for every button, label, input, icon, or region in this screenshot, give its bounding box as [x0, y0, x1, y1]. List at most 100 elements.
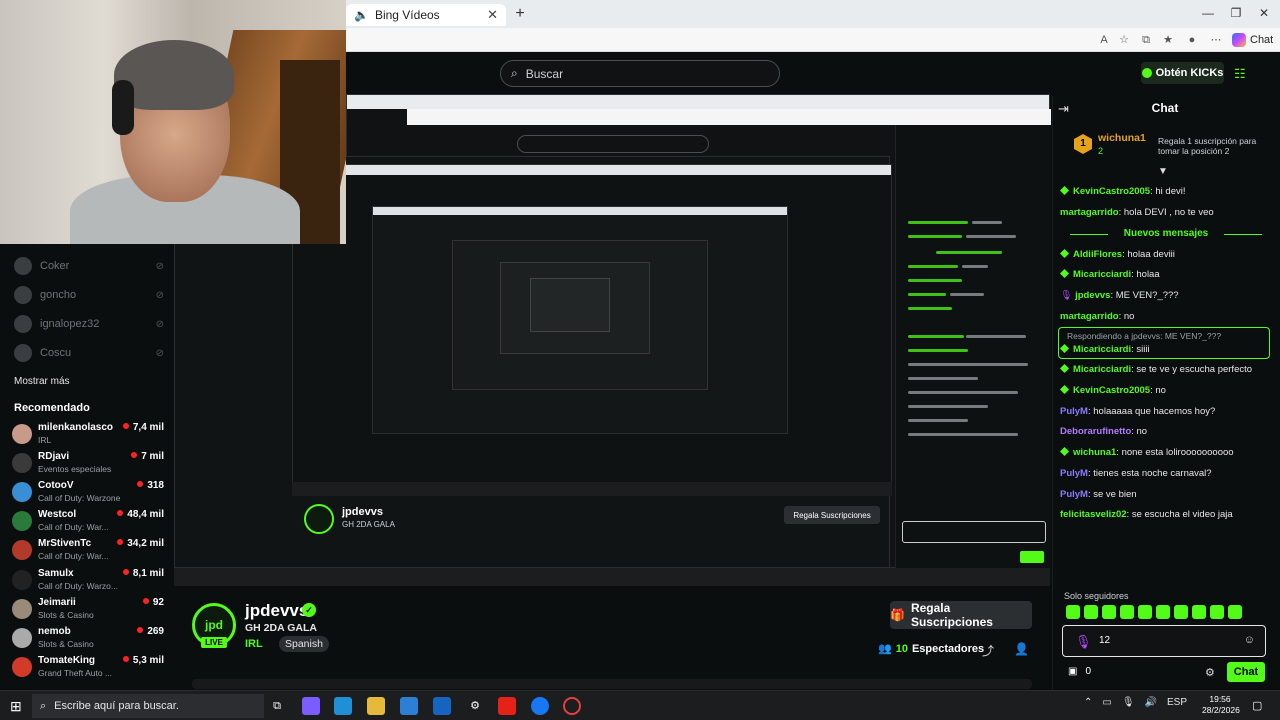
notifications-icon[interactable]: ▢ — [1252, 699, 1262, 712]
chat-username[interactable]: PulyM — [1060, 468, 1088, 479]
taskbar-clock[interactable]: 19:56 28/2/2026 — [1202, 694, 1240, 716]
show-more-link[interactable]: Mostrar más — [14, 376, 70, 387]
chat-username[interactable]: AldiiFlores — [1073, 249, 1122, 260]
streamer-name[interactable]: jpdevvs — [245, 601, 308, 621]
youtube-icon[interactable] — [498, 697, 516, 715]
share-icon[interactable]: ⤴ — [982, 642, 994, 659]
emote-icon[interactable] — [1120, 605, 1134, 619]
emote-icon[interactable] — [1210, 605, 1224, 619]
browser-tab[interactable]: 🔈 Bing Vídeos ✕ — [346, 4, 506, 26]
kick-menu-icon[interactable]: ☷ — [1234, 66, 1246, 82]
outlook-icon[interactable] — [433, 697, 451, 715]
copilot-chat-button[interactable]: Chat — [1232, 31, 1276, 49]
sidebar-recommended-channel[interactable]: Samulx Call of Duty: Warzo... 8,1 mil — [12, 566, 164, 594]
channel-viewers: 8,1 mil — [123, 568, 164, 579]
search-input[interactable]: ⌕ Buscar — [500, 60, 780, 87]
pinned-gift-leaderboard[interactable]: 1 wichuna1 2 Regala 1 suscripción para t… — [1056, 128, 1276, 164]
taskbar-search-input[interactable]: ⌕ Escribe aquí para buscar. — [32, 694, 264, 718]
obs-icon[interactable] — [563, 697, 581, 715]
sidebar-recommended-channel[interactable]: nemob Slots & Casino 269 — [12, 624, 164, 652]
chat-message: Micaricciardi: se te ve y escucha perfec… — [1060, 364, 1272, 376]
chat-username[interactable]: martagarrido — [1060, 311, 1119, 322]
chat-username[interactable]: PulyM — [1060, 489, 1088, 500]
chat-username[interactable]: Micaricciardi — [1073, 364, 1131, 375]
sidebar-recommended-channel[interactable]: Jeimarii Slots & Casino 92 — [12, 595, 164, 623]
subscriber-badge-icon — [1060, 269, 1069, 278]
chevron-down-icon[interactable]: ▼ — [1158, 166, 1168, 177]
sidebar-recommended-channel[interactable]: MrStivenTc Call of Duty: War... 34,2 mil — [12, 536, 164, 564]
read-aloud-icon[interactable]: A — [1096, 33, 1112, 47]
chat-input[interactable]: 🎙 12 ☺ — [1062, 625, 1266, 657]
windows-start-icon[interactable]: ⊞ — [10, 698, 22, 715]
chat-username[interactable]: wichuna1 — [1073, 447, 1116, 458]
sidebar-offline-channel[interactable]: goncho ⊘ — [14, 285, 164, 305]
settings-icon[interactable]: ⚙ — [466, 697, 484, 715]
avatar — [12, 657, 32, 677]
collapse-chat-icon[interactable]: ⇥ — [1058, 101, 1069, 117]
more-menu-icon[interactable]: ⋯ — [1208, 33, 1224, 47]
sidebar-recommended-channel[interactable]: CotooV Call of Duty: Warzone 318 — [12, 478, 164, 506]
sidebar-offline-channel[interactable]: ignalopez32 ⊘ — [14, 314, 164, 334]
channel-name: RDjavi — [38, 451, 70, 462]
sidebar-recommended-channel[interactable]: TomateKing Grand Theft Auto ... 5,3 mil — [12, 653, 164, 681]
chat-username[interactable]: felicitasveliz02 — [1060, 509, 1127, 520]
chat-username[interactable]: jpdevvs — [1075, 290, 1110, 301]
sidebar-offline-channel[interactable]: Coker ⊘ — [14, 256, 164, 276]
avatar — [12, 570, 32, 590]
avatar — [12, 424, 32, 444]
close-window-icon[interactable]: ✕ — [1250, 4, 1278, 22]
chevron-up-icon[interactable]: ⌃ — [1084, 697, 1092, 708]
sidebar-offline-channel[interactable]: Coscu ⊘ — [14, 343, 164, 363]
chat-text: : hola DEVI , no te veo — [1118, 207, 1214, 218]
avatar — [14, 315, 32, 333]
tab-close-icon[interactable]: ✕ — [487, 7, 498, 23]
emote-icon[interactable] — [1174, 605, 1188, 619]
notification-off-icon: ⊘ — [155, 289, 164, 301]
chat-username[interactable]: Micaricciardi — [1073, 269, 1131, 280]
chat-username[interactable]: Deborarufinetto — [1060, 426, 1131, 437]
favorites-bar-icon[interactable]: ★ — [1160, 33, 1176, 47]
copilot-app-icon[interactable] — [302, 697, 320, 715]
language-indicator[interactable]: ESP — [1167, 697, 1187, 708]
profile-icon[interactable]: ● — [1184, 33, 1200, 47]
new-tab-button[interactable]: + — [510, 4, 530, 24]
emote-icon[interactable] — [1156, 605, 1170, 619]
sidebar-recommended-channel[interactable]: milenkanolasco IRL 7,4 mil — [12, 420, 164, 448]
emote-icon[interactable] — [1228, 605, 1242, 619]
edge-icon[interactable] — [334, 697, 352, 715]
favorite-icon[interactable]: ☆ — [1116, 33, 1132, 47]
chat-text: : hi devi! — [1150, 186, 1186, 197]
store-app-icon[interactable] — [400, 697, 418, 715]
emoji-icon[interactable]: ☺ — [1244, 634, 1255, 646]
minimize-icon[interactable]: — — [1194, 4, 1222, 22]
chat-username[interactable]: martagarrido — [1060, 207, 1119, 218]
chat-settings-icon[interactable]: ⚙ — [1205, 666, 1215, 679]
sidebar-recommended-channel[interactable]: RDjavi Eventos especiales 7 mil — [12, 449, 164, 477]
file-explorer-icon[interactable] — [367, 697, 385, 715]
volume-icon[interactable]: 🔊 — [1145, 697, 1157, 708]
category-link[interactable]: IRL — [245, 638, 263, 650]
channel-name: TomateKing — [38, 655, 96, 666]
chat-username[interactable]: KevinCastro2005 — [1073, 385, 1150, 396]
chat-username[interactable]: KevinCastro2005 — [1073, 186, 1150, 197]
sidebar-recommended-channel[interactable]: Westcol Call of Duty: War... 48,4 mil — [12, 507, 164, 535]
emote-icon[interactable] — [1102, 605, 1116, 619]
microphone-icon[interactable]: 🎙 — [1122, 697, 1135, 708]
follow-icon[interactable]: 👤 — [1014, 642, 1029, 656]
network-icon[interactable]: ▭ — [1102, 697, 1111, 708]
facebook-icon[interactable] — [531, 697, 549, 715]
language-tag[interactable]: Spanish — [279, 636, 329, 652]
emote-icon[interactable] — [1192, 605, 1206, 619]
get-kicks-button[interactable]: Obtén KICKs — [1141, 62, 1224, 84]
task-view-icon[interactable]: ⧉ — [268, 697, 286, 715]
copilot-icon — [1232, 33, 1246, 47]
gift-subs-button[interactable]: 🎁 Regala Suscripciones — [890, 601, 1032, 629]
kicks-balance[interactable]: ▣ 0 — [1068, 666, 1091, 677]
emote-icon[interactable] — [1084, 605, 1098, 619]
extensions-icon[interactable]: ⧉ — [1138, 33, 1154, 47]
chat-username[interactable]: PulyM — [1060, 406, 1088, 417]
chat-send-button[interactable]: Chat — [1227, 662, 1265, 682]
emote-icon[interactable] — [1138, 605, 1152, 619]
restore-icon[interactable]: ❐ — [1222, 4, 1250, 22]
emote-icon[interactable] — [1066, 605, 1080, 619]
